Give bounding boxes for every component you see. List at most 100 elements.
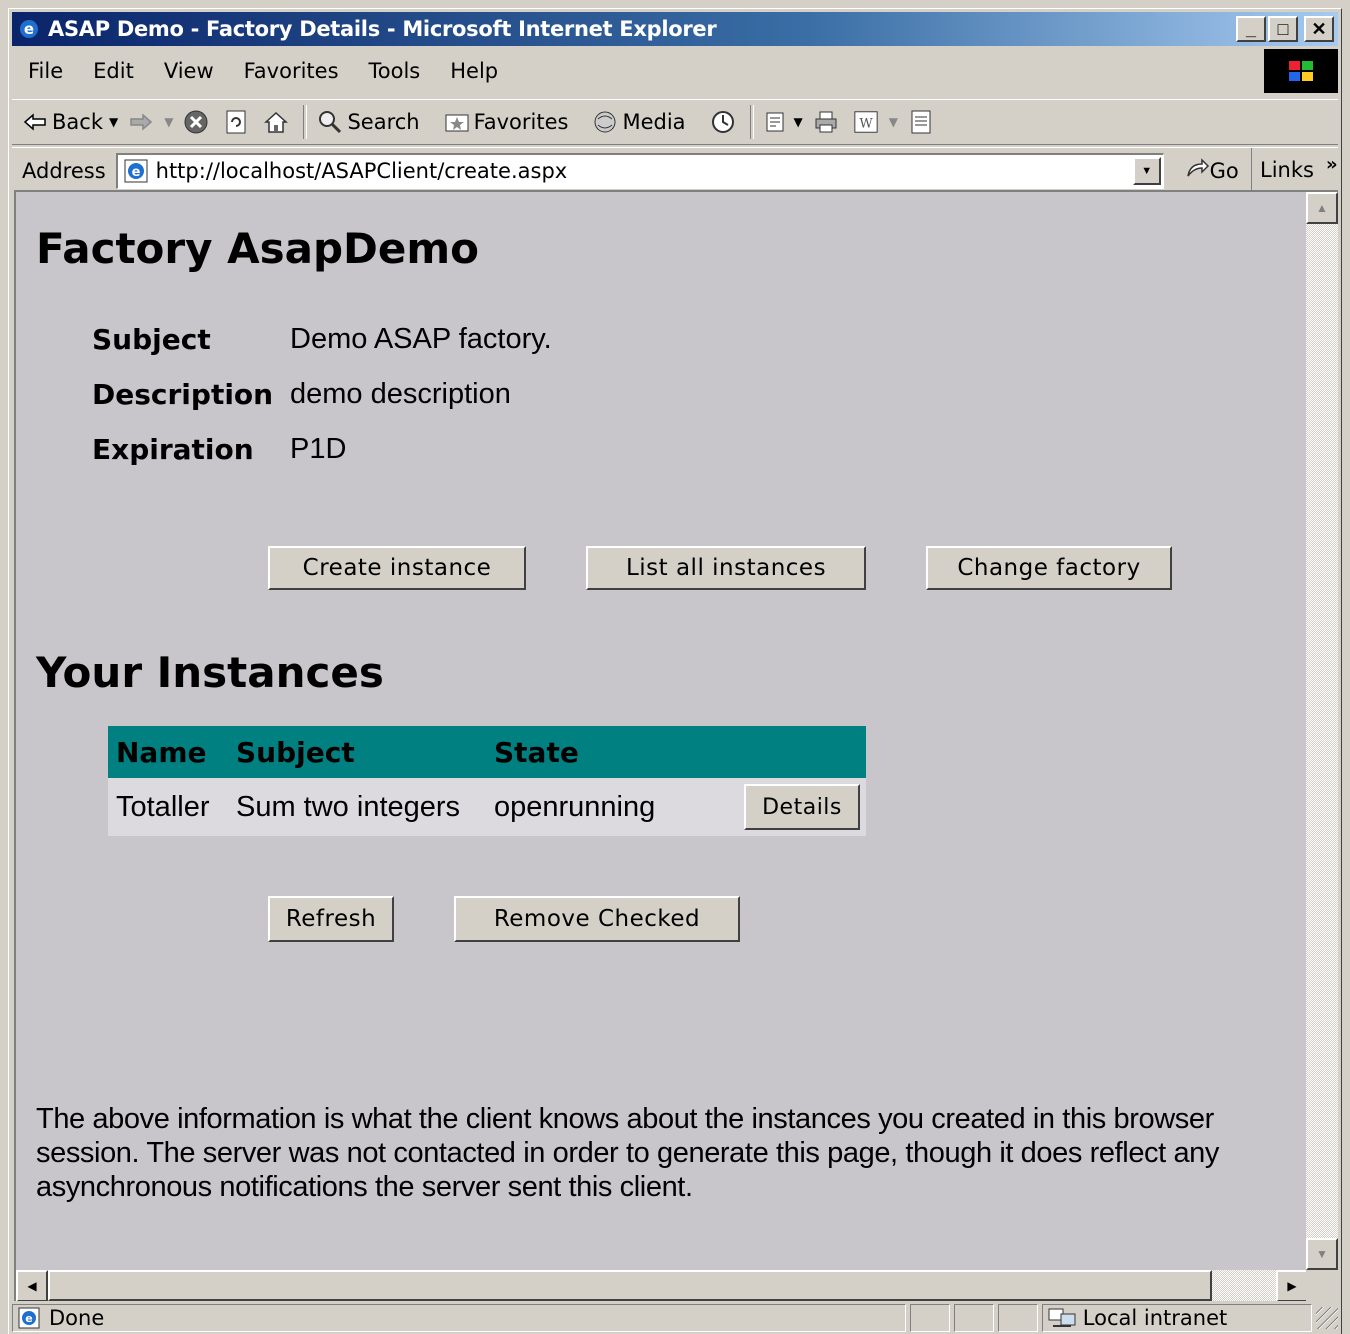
menu-edit[interactable]: Edit	[93, 59, 134, 83]
maximize-button[interactable]: □	[1268, 16, 1298, 42]
edit-button[interactable]: W ▼	[853, 109, 898, 135]
column-header-name: Name	[116, 735, 207, 769]
scroll-corner	[1306, 1270, 1338, 1301]
status-cell	[998, 1304, 1038, 1332]
title-bar: e ASAP Demo - Factory Details - Microsof…	[12, 12, 1338, 46]
favorites-star-icon	[444, 109, 470, 135]
address-dropdown-icon[interactable]: ▼	[1132, 156, 1161, 185]
chevron-down-icon[interactable]: ▼	[164, 115, 173, 129]
status-cell	[910, 1304, 951, 1332]
toolbar-separator	[749, 105, 754, 139]
media-button[interactable]: Media	[592, 109, 686, 135]
go-arrow-icon	[1184, 156, 1210, 185]
home-button[interactable]	[263, 109, 293, 135]
word-edit-icon: W	[853, 109, 879, 135]
document-icon	[908, 109, 934, 135]
address-input[interactable]: e http://localhost/ASAPClient/create.asp…	[115, 152, 1164, 189]
chevron-right-icon[interactable]: »	[1326, 154, 1338, 175]
horizontal-scrollbar[interactable]: ◀ ▶	[16, 1270, 1308, 1301]
address-bar: Address e http://localhost/ASAPClient/cr…	[12, 147, 1338, 193]
table-header: Name Subject State	[108, 726, 866, 778]
list-all-instances-button[interactable]: List all instances	[586, 546, 866, 590]
page-icon: e	[122, 157, 150, 185]
intranet-icon	[1047, 1306, 1077, 1330]
search-button[interactable]: Search	[317, 109, 420, 135]
svg-text:e: e	[24, 20, 34, 38]
resize-grip-icon[interactable]	[1316, 1307, 1338, 1329]
back-label: Back	[52, 110, 103, 134]
toolbar-separator	[303, 105, 308, 139]
favorites-button[interactable]: Favorites	[444, 109, 569, 135]
chevron-down-icon[interactable]: ▼	[889, 115, 898, 129]
factory-details: Subject Demo ASAP factory. Description d…	[92, 312, 552, 477]
back-arrow-icon	[22, 109, 48, 135]
address-url: http://localhost/ASAPClient/create.aspx	[155, 159, 568, 183]
detail-value: demo description	[290, 378, 511, 410]
page-done-icon: e	[17, 1306, 41, 1330]
scroll-left-icon[interactable]: ◀	[16, 1270, 48, 1301]
vertical-scrollbar[interactable]: ▲ ▼	[1306, 192, 1338, 1270]
search-icon	[317, 109, 343, 135]
instances-heading: Your Instances	[36, 648, 384, 697]
address-label: Address	[22, 158, 106, 183]
refresh-button[interactable]: Refresh	[268, 896, 394, 942]
status-text: Done	[49, 1306, 105, 1330]
browser-window: e ASAP Demo - Factory Details - Microsof…	[8, 8, 1342, 1334]
instance-state: openrunning	[494, 790, 656, 823]
instances-table: Name Subject State Totaller Sum two inte…	[108, 726, 866, 836]
history-button[interactable]	[710, 109, 740, 135]
home-icon	[263, 109, 289, 135]
close-icon: ✕	[1311, 19, 1327, 39]
menu-tools[interactable]: Tools	[369, 59, 421, 83]
scroll-down-icon[interactable]: ▼	[1306, 1238, 1338, 1270]
status-main: e Done	[12, 1304, 907, 1332]
detail-row-expiration: Expiration P1D	[92, 422, 552, 477]
forward-button[interactable]: ▼	[128, 109, 173, 135]
go-label: Go	[1209, 158, 1239, 183]
windows-logo-icon	[1264, 49, 1338, 93]
detail-value: P1D	[290, 433, 347, 465]
create-instance-button[interactable]: Create instance	[268, 546, 526, 590]
detail-label: Subject	[92, 323, 211, 356]
stop-button[interactable]	[183, 109, 213, 135]
scroll-right-icon[interactable]: ▶	[1276, 1270, 1308, 1301]
discuss-button[interactable]	[908, 109, 938, 135]
svg-text:W: W	[859, 117, 873, 132]
stop-icon	[183, 109, 209, 135]
links-bar[interactable]: Links »	[1251, 148, 1338, 192]
horizontal-scroll-thumb[interactable]	[48, 1270, 1212, 1301]
change-factory-button[interactable]: Change factory	[926, 546, 1172, 590]
svg-text:e: e	[131, 165, 140, 180]
table-row: Totaller Sum two integers openrunning De…	[108, 778, 866, 836]
minimize-button[interactable]: _	[1236, 16, 1266, 42]
favorites-label: Favorites	[473, 110, 569, 134]
chevron-down-icon[interactable]: ▼	[109, 115, 118, 129]
column-header-state: State	[494, 735, 579, 769]
maximize-icon: □	[1277, 19, 1289, 39]
menu-favorites[interactable]: Favorites	[244, 59, 339, 83]
menu-view[interactable]: View	[164, 59, 214, 83]
info-paragraph: The above information is what the client…	[36, 1103, 1220, 1203]
status-bar: e Done Local intranet	[12, 1303, 1338, 1333]
back-button[interactable]: Back ▼	[22, 109, 118, 135]
links-label: Links	[1260, 158, 1314, 182]
page-viewport: Factory AsapDemo Subject Demo ASAP facto…	[14, 190, 1338, 1301]
details-button[interactable]: Details	[744, 784, 860, 830]
chevron-down-icon[interactable]: ▼	[794, 115, 803, 129]
ie-icon: e	[16, 16, 42, 42]
detail-label: Description	[92, 378, 274, 411]
media-label: Media	[622, 110, 686, 134]
menu-file[interactable]: File	[28, 59, 63, 83]
remove-checked-button[interactable]: Remove Checked	[454, 896, 740, 942]
instance-name: Totaller	[116, 790, 210, 823]
detail-row-description: Description demo description	[92, 367, 552, 422]
close-button[interactable]: ✕	[1304, 16, 1334, 42]
scroll-up-icon[interactable]: ▲	[1306, 192, 1338, 224]
menu-help[interactable]: Help	[450, 59, 498, 83]
print-button[interactable]	[813, 109, 843, 135]
mail-button[interactable]: ▼	[764, 109, 803, 135]
go-button[interactable]: Go	[1184, 156, 1239, 185]
refresh-toolbar-button[interactable]	[223, 109, 253, 135]
status-cell	[954, 1304, 995, 1332]
page-title: Factory AsapDemo	[36, 224, 479, 273]
